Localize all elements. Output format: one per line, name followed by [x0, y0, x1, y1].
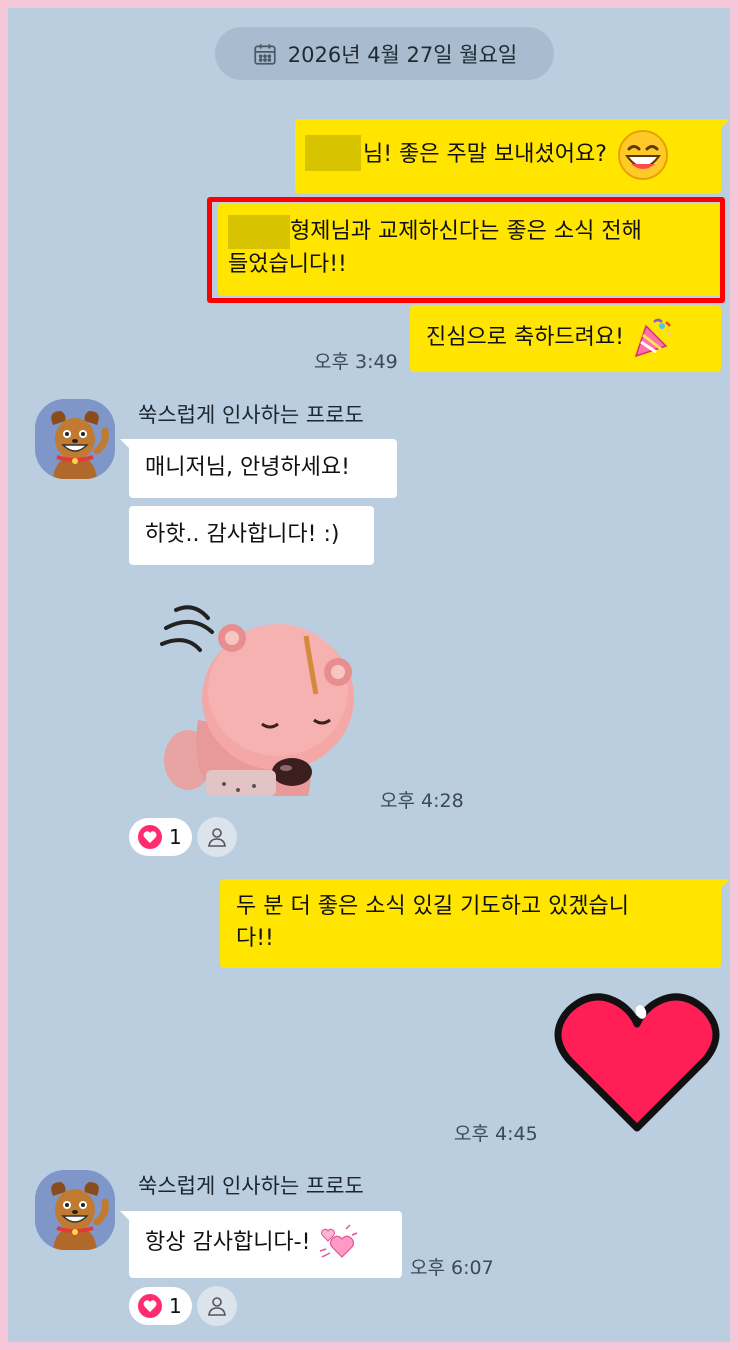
person-icon: [208, 1297, 226, 1316]
message-text: 매니저님, 안녕하세요!: [145, 455, 350, 480]
highlight-box: [207, 197, 725, 303]
avatar-frodo[interactable]: [35, 1170, 115, 1250]
message-text-line2: 다!!: [236, 926, 274, 951]
frodo-avatar-icon: [35, 399, 115, 479]
message-text: 하핫.. 감사합니다! :): [145, 522, 340, 547]
timestamp: 오후 4:28: [380, 790, 464, 812]
reaction-heart[interactable]: 1: [129, 1287, 192, 1325]
calendar-icon: [254, 43, 276, 65]
loopy-bow-sticker[interactable]: [158, 600, 358, 796]
redacted-name: [305, 135, 361, 171]
my-message-celebrate[interactable]: 진심으로 축하드려요!: [410, 305, 721, 372]
message-text: 님! 좋은 주말 보내셨어요?: [363, 142, 607, 167]
frodo-message-hello[interactable]: 매니저님, 안녕하세요!: [120, 439, 397, 498]
laughing-emoji-icon: [617, 129, 669, 191]
frodo-message-thanks[interactable]: 하핫.. 감사합니다! :): [129, 506, 374, 565]
chat-screen: 2026년 4월 27일 월요일 님! 좋은 주말 보내셨어요? 형제님과 교제…: [8, 8, 730, 1342]
timestamp: 오후 3:49: [314, 351, 398, 373]
reaction-count: 1: [169, 1294, 182, 1318]
sender-name: 쑥스럽게 인사하는 프로도: [138, 1174, 364, 1198]
reaction-count: 1: [169, 825, 182, 849]
date-label: 2026년 4월 27일 월요일: [287, 42, 518, 67]
sender-name: 쑥스럽게 인사하는 프로도: [138, 403, 364, 427]
person-icon: [208, 828, 226, 847]
reaction-heart[interactable]: 1: [129, 818, 192, 856]
message-text: 진심으로 축하드려요!: [426, 325, 624, 350]
big-heart-sticker[interactable]: [553, 988, 721, 1134]
heart-reaction-icon: [138, 1294, 162, 1318]
frodo-avatar-icon: [35, 1170, 115, 1250]
heart-reaction-icon: [138, 825, 162, 849]
timestamp: 오후 6:07: [410, 1257, 494, 1279]
timestamp: 오후 4:45: [454, 1123, 538, 1145]
reaction-users-button[interactable]: [197, 1286, 237, 1326]
date-divider: 2026년 4월 27일 월요일: [215, 27, 554, 80]
reaction-users-button[interactable]: [197, 817, 237, 857]
message-text: 항상 감사합니다-!: [145, 1230, 311, 1255]
avatar-frodo[interactable]: [35, 399, 115, 479]
my-message-prayer[interactable]: 두 분 더 좋은 소식 있길 기도하고 있겠습니 다!!: [220, 879, 730, 968]
message-text-line1: 두 분 더 좋은 소식 있길 기도하고 있겠습니: [236, 894, 630, 919]
frodo-message-always-thanks[interactable]: 항상 감사합니다-!: [120, 1211, 402, 1278]
sparkling-hearts-icon: [316, 1223, 358, 1271]
party-popper-icon: [632, 318, 674, 368]
my-message-greeting[interactable]: 님! 좋은 주말 보내셨어요?: [295, 119, 730, 194]
